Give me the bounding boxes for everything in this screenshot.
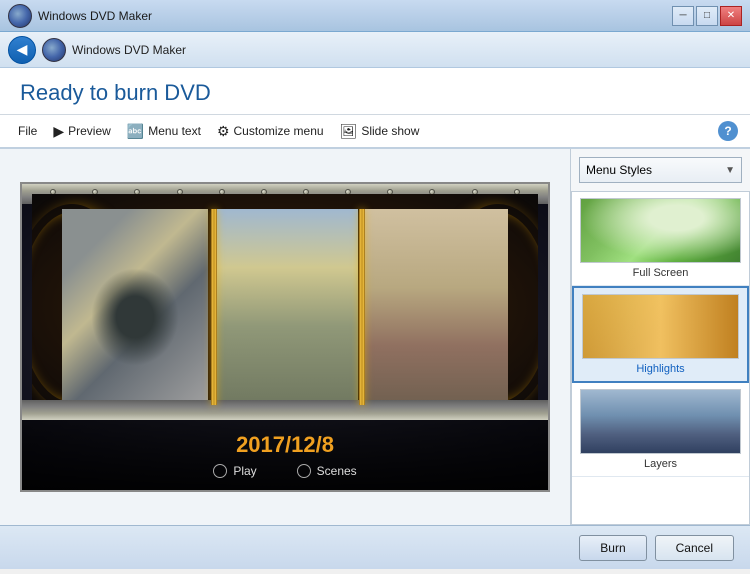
styles-list: Full Screen Highlights Layers <box>571 191 750 525</box>
birds-image <box>212 209 358 405</box>
nav-title: Windows DVD Maker <box>72 43 186 57</box>
minimize-button[interactable]: ─ <box>672 6 694 26</box>
style-item-highlights[interactable]: Highlights <box>572 286 749 383</box>
menu-text-label: Menu text <box>148 124 201 138</box>
highlights-thumbnail <box>582 294 739 359</box>
fullscreen-thumb-image <box>581 199 740 262</box>
metal-edge-bottom <box>22 400 548 420</box>
slide-show-button[interactable]: 🖼 Slide show <box>334 120 426 143</box>
bird2-image <box>362 209 508 405</box>
preview-date: 2017/12/8 <box>236 432 334 458</box>
panel-3 <box>362 209 508 405</box>
slide-show-label: Slide show <box>361 124 419 138</box>
style-item-full-screen[interactable]: Full Screen <box>572 192 749 286</box>
styles-panel: Menu Styles ▼ Full Screen Highlights <box>570 149 750 525</box>
toolbar: File ▶ Preview 🔤 Menu text ⚙ Customize m… <box>0 115 750 149</box>
scenes-button[interactable]: Scenes <box>297 464 357 478</box>
window-controls: ─ □ ✕ <box>672 6 742 26</box>
preview-nav-buttons: Play Scenes <box>213 464 356 478</box>
customize-menu-label: Customize menu <box>234 124 324 138</box>
back-arrow-icon: ◀ <box>17 41 28 58</box>
layers-thumb-image <box>581 390 740 453</box>
full-screen-thumbnail <box>580 198 741 263</box>
menu-text-button[interactable]: 🔤 Menu text <box>121 120 207 143</box>
cancel-button[interactable]: Cancel <box>655 535 734 561</box>
highlights-label: Highlights <box>582 363 739 375</box>
preview-frame: 2017/12/8 Play Scenes <box>20 182 550 492</box>
bottom-bar: Burn Cancel <box>0 525 750 569</box>
preview-label: Preview <box>68 124 111 138</box>
main-content: 2017/12/8 Play Scenes Menu <box>0 149 750 525</box>
burn-button[interactable]: Burn <box>579 535 646 561</box>
nav-bar: ◀ Windows DVD Maker <box>0 32 750 68</box>
divider-2 <box>359 209 365 405</box>
slideshow-icon: 🖼 <box>340 123 358 140</box>
help-button[interactable]: ? <box>718 121 738 141</box>
window-title: Windows DVD Maker <box>38 9 152 23</box>
panel-1 <box>62 209 208 405</box>
close-button[interactable]: ✕ <box>720 6 742 26</box>
customize-icon: ⚙ <box>217 123 230 140</box>
preview-area: 2017/12/8 Play Scenes <box>0 149 570 525</box>
divider-1 <box>211 209 217 405</box>
panel-2 <box>212 209 358 405</box>
app-icon <box>8 4 32 28</box>
dvd-nav-icon <box>42 38 66 62</box>
file-menu[interactable]: File <box>12 121 43 141</box>
dvd-preview: 2017/12/8 Play Scenes <box>22 184 548 490</box>
file-label: File <box>18 124 37 138</box>
full-screen-label: Full Screen <box>580 267 741 279</box>
play-button[interactable]: Play <box>213 464 256 478</box>
seal-image <box>62 209 208 405</box>
preview-button[interactable]: ▶ Preview <box>47 120 116 143</box>
layers-thumbnail <box>580 389 741 454</box>
header: Ready to burn DVD <box>0 68 750 115</box>
style-item-layers[interactable]: Layers <box>572 383 749 477</box>
maximize-button[interactable]: □ <box>696 6 718 26</box>
scenes-circle-icon <box>297 464 311 478</box>
styles-dropdown-label: Menu Styles <box>586 163 652 177</box>
help-icon: ? <box>724 124 731 138</box>
scenes-label: Scenes <box>317 464 357 478</box>
title-bar: Windows DVD Maker ─ □ ✕ <box>0 0 750 32</box>
play-circle-icon <box>213 464 227 478</box>
drum-container <box>32 194 538 420</box>
preview-bottom: 2017/12/8 Play Scenes <box>22 420 548 490</box>
customize-menu-button[interactable]: ⚙ Customize menu <box>211 120 330 143</box>
chevron-down-icon: ▼ <box>725 165 735 176</box>
page-title: Ready to burn DVD <box>20 80 730 106</box>
panels-row <box>62 209 508 405</box>
play-label: Play <box>233 464 256 478</box>
layers-label: Layers <box>580 458 741 470</box>
preview-icon: ▶ <box>53 123 64 140</box>
styles-dropdown[interactable]: Menu Styles ▼ <box>579 157 742 183</box>
highlights-thumb-image <box>583 295 738 358</box>
back-button[interactable]: ◀ <box>8 36 36 64</box>
menu-text-icon: 🔤 <box>127 123 144 140</box>
